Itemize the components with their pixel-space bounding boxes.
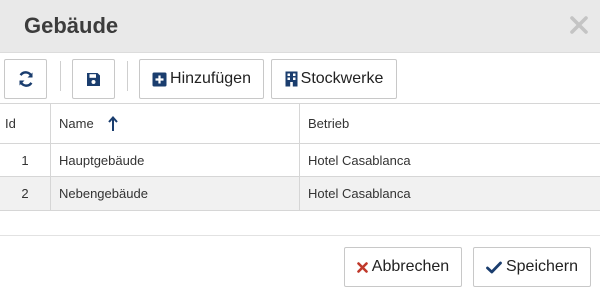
floppy-disk-icon: [86, 72, 101, 87]
sort-ascending-icon: [107, 115, 118, 132]
dialog: Gebäude Hinzufügen Stockwerke Id Name Be…: [0, 0, 600, 296]
table-row[interactable]: 2 Nebengebäude Hotel Casablanca: [0, 177, 600, 211]
cell-betrieb: Hotel Casablanca: [308, 186, 411, 201]
table-row[interactable]: 1 Hauptgebäude Hotel Casablanca: [0, 144, 600, 177]
add-button-label: Hinzufügen: [170, 70, 251, 87]
x-icon: [356, 261, 368, 273]
footer-divider: [0, 235, 600, 236]
column-header-id[interactable]: Id: [0, 104, 51, 143]
save-button-label: Speichern: [505, 258, 579, 275]
floors-button[interactable]: Stockwerke: [271, 59, 397, 99]
cancel-button-label: Abbrechen: [371, 258, 450, 275]
column-header-betrieb[interactable]: Betrieb: [300, 104, 600, 143]
toolbar: Hinzufügen Stockwerke: [0, 53, 600, 103]
column-header-name[interactable]: Name: [51, 104, 300, 143]
toolbar-separator: [127, 61, 128, 91]
toolbar-separator: [60, 61, 61, 91]
cell-id: 2: [0, 177, 51, 210]
grid-header: Id Name Betrieb: [0, 103, 600, 144]
check-icon: [486, 261, 502, 274]
cell-betrieb: Hotel Casablanca: [308, 152, 411, 168]
close-icon[interactable]: [566, 12, 592, 38]
cell-id: 1: [0, 144, 51, 176]
dialog-title: Gebäude: [24, 13, 119, 38]
add-button[interactable]: Hinzufügen: [139, 59, 264, 99]
save-button[interactable]: Speichern: [473, 247, 591, 287]
cancel-button[interactable]: Abbrechen: [344, 247, 462, 287]
floors-button-label: Stockwerke: [300, 70, 384, 87]
refresh-icon: [17, 70, 35, 88]
cell-name: Hauptgebäude: [51, 144, 300, 176]
building-icon: [285, 71, 298, 87]
save-toolbar-button[interactable]: [72, 59, 115, 99]
dialog-titlebar: Gebäude: [0, 0, 600, 53]
cell-name: Nebengebäude: [51, 177, 300, 210]
plus-square-icon: [152, 72, 167, 87]
refresh-button[interactable]: [4, 59, 47, 99]
